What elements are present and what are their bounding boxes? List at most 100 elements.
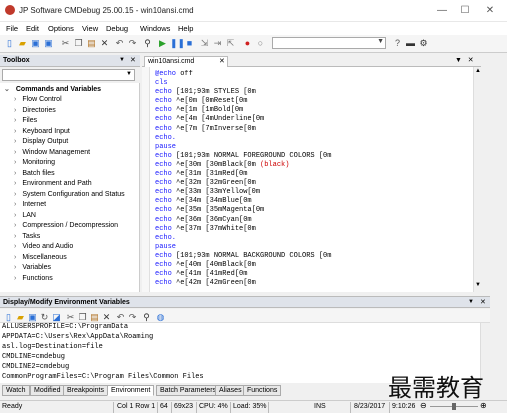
pin-icon[interactable]: ▼ [468, 299, 474, 305]
env-row[interactable]: APPDATA=C:\Users\Rex\AppData\Roaming [2, 333, 153, 341]
menu-debug[interactable]: Debug [106, 24, 128, 33]
tab-list-icon[interactable]: ▼ [455, 57, 462, 64]
code-line[interactable]: echo ^e[4m [4mUnderline[0m [155, 115, 471, 124]
cut-icon[interactable]: ✂ [60, 38, 71, 49]
breakpoint-icon[interactable]: ● [242, 38, 253, 49]
code-line[interactable]: echo ^e[32m [32mGreen[0m [155, 179, 471, 188]
new-file-icon[interactable]: ▯ [4, 38, 15, 49]
clear-breakpoints-icon[interactable]: ○ [255, 38, 266, 49]
stop-icon[interactable]: ■ [184, 38, 195, 49]
open-folder-icon[interactable]: ▰ [17, 38, 28, 49]
redo-icon[interactable]: ↷ [127, 312, 138, 323]
tab-close-icon[interactable]: ✕ [219, 57, 225, 65]
zoom-slider[interactable]: ⊖ ⊕ [420, 401, 490, 411]
pin-icon[interactable]: ▼ [119, 57, 125, 63]
minimize-button[interactable]: — [432, 4, 452, 18]
import-icon[interactable]: ◪ [51, 312, 62, 323]
chevron-down-icon[interactable]: ▼ [126, 71, 132, 77]
code-line[interactable]: echo ^e[33m [33mYellow[0m [155, 188, 471, 197]
close-document-icon[interactable]: ✕ [468, 57, 474, 64]
run-icon[interactable]: ▶ [157, 38, 168, 49]
editor-gutter[interactable] [142, 67, 150, 292]
step-over-icon[interactable]: ⇥ [212, 38, 223, 49]
code-line[interactable]: echo [101;93m NORMAL BACKGROUND COLORS [… [155, 252, 471, 261]
find-icon[interactable]: ⚲ [141, 312, 152, 323]
tree-item-functions[interactable]: › Functions [14, 275, 53, 282]
tree-item-display-output[interactable]: › Display Output [14, 138, 68, 145]
tab-environment[interactable]: Environment [107, 385, 155, 396]
tree-item-tasks[interactable]: › Tasks [14, 233, 40, 240]
tree-item-files[interactable]: › Files [14, 117, 37, 124]
env-close-icon[interactable]: ✕ [480, 298, 486, 306]
code-line[interactable]: @echo off [155, 70, 471, 79]
toolbox-filter-combo[interactable]: ▼ [2, 69, 135, 81]
tree-item-system-config[interactable]: › System Configuration and Status [14, 191, 125, 198]
zoom-thumb[interactable] [452, 403, 456, 410]
code-line[interactable]: cls [155, 79, 471, 88]
code-lines[interactable]: @echo off cls echo [101;93m STYLES [0m echo… [155, 70, 471, 292]
menu-options[interactable]: Options [48, 24, 74, 33]
help-icon[interactable]: ◍ [155, 312, 166, 323]
find-icon[interactable]: ⚲ [142, 38, 153, 49]
code-line[interactable]: echo ^e[31m [31mRed[0m [155, 170, 471, 179]
code-line[interactable]: echo ^e[7m [7mInverse[0m [155, 125, 471, 134]
paste-icon[interactable]: ▤ [86, 38, 97, 49]
copy-icon[interactable]: ❐ [73, 38, 84, 49]
code-line[interactable]: echo. [155, 234, 471, 243]
tree-item-monitoring[interactable]: › Monitoring [14, 159, 55, 166]
save-icon[interactable]: ▣ [27, 312, 38, 323]
tree-item-environment-path[interactable]: › Environment and Path [14, 180, 92, 187]
tab-breakpoints[interactable]: Breakpoints [63, 385, 108, 396]
step-out-icon[interactable]: ⇱ [225, 38, 236, 49]
env-row[interactable]: CMDLINE=cmdebug [2, 353, 65, 361]
code-line[interactable]: echo ^e[42m [42mGreen[0m [155, 279, 471, 288]
delete-icon[interactable]: ✕ [101, 312, 112, 323]
step-into-icon[interactable]: ⇲ [199, 38, 210, 49]
chevron-down-icon[interactable]: ▼ [377, 38, 384, 45]
menu-file[interactable]: File [6, 24, 18, 33]
cut-icon[interactable]: ✂ [65, 312, 76, 323]
tab-modified[interactable]: Modified [30, 385, 65, 396]
console-icon[interactable]: ▬ [405, 38, 416, 49]
tree-item-keyboard-input[interactable]: › Keyboard Input [14, 128, 70, 135]
settings-icon[interactable]: ⚙ [418, 38, 429, 49]
env-row[interactable]: CommonProgramFiles=C:\Program Files\Comm… [2, 373, 204, 381]
toolbox-close-icon[interactable]: ✕ [130, 56, 136, 64]
open-icon[interactable]: ▰ [15, 312, 26, 323]
undo-icon[interactable]: ↶ [114, 38, 125, 49]
tree-item-batch-files[interactable]: › Batch files [14, 170, 55, 177]
menu-edit[interactable]: Edit [26, 24, 39, 33]
tab-aliases[interactable]: Aliases [215, 385, 246, 396]
tree-item-video-audio[interactable]: › Video and Audio [14, 243, 73, 250]
save-icon[interactable]: ▣ [30, 38, 41, 49]
save-all-icon[interactable]: ▣ [43, 38, 54, 49]
tree-item-compression[interactable]: › Compression / Decompression [14, 222, 118, 229]
tab-functions[interactable]: Functions [243, 385, 282, 396]
code-line[interactable]: echo ^e[0m [0mReset[0m [155, 97, 471, 106]
code-line[interactable]: echo ^e[35m [35mMagenta[0m [155, 206, 471, 215]
code-line[interactable]: echo. [155, 134, 471, 143]
new-variable-icon[interactable]: ▯ [3, 312, 14, 323]
code-line[interactable]: echo ^e[40m [40mBlack[0m [155, 261, 471, 270]
tab-watch[interactable]: Watch [2, 385, 30, 396]
code-line[interactable]: echo ^e[36m [36mCyan[0m [155, 216, 471, 225]
tab-win10ansi[interactable]: win10ansi.cmd ✕ [144, 56, 228, 67]
tab-batch-parameters[interactable]: Batch Parameters [156, 385, 221, 396]
env-row[interactable]: ALLUSERSPROFILE=C:\ProgramData [2, 323, 128, 331]
code-line[interactable]: echo ^e[37m [37mWhite[0m [155, 225, 471, 234]
refresh-icon[interactable]: ↻ [39, 312, 50, 323]
scroll-down-icon[interactable]: ▼ [475, 282, 481, 288]
code-line[interactable]: echo [101;93m STYLES [0m [155, 88, 471, 97]
tree-item-directories[interactable]: › Directories [14, 107, 56, 114]
tree-item-miscellaneous[interactable]: › Miscellaneous [14, 254, 67, 261]
toolbar-command-combo[interactable]: ▼ [272, 37, 386, 49]
env-row[interactable]: asl.log=Destination=file [2, 343, 103, 351]
env-row[interactable]: CMDLINE2=cmdebug [2, 363, 69, 371]
delete-icon[interactable]: ✕ [99, 38, 110, 49]
scroll-up-icon[interactable]: ▲ [475, 68, 481, 74]
close-button[interactable]: ✕ [480, 4, 500, 18]
menu-windows[interactable]: Windows [140, 24, 170, 33]
tree-item-variables[interactable]: › Variables [14, 264, 51, 271]
tree-root-commands[interactable]: ⌄ Commands and Variables [4, 85, 101, 93]
editor-vertical-scrollbar[interactable]: ▲ ▼ [473, 67, 481, 292]
